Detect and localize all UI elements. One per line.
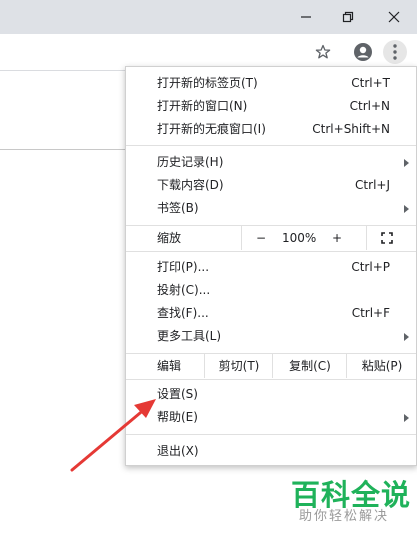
watermark-subtitle: 助你轻松解决: [299, 509, 390, 524]
annotation-arrow-icon: [70, 399, 156, 472]
